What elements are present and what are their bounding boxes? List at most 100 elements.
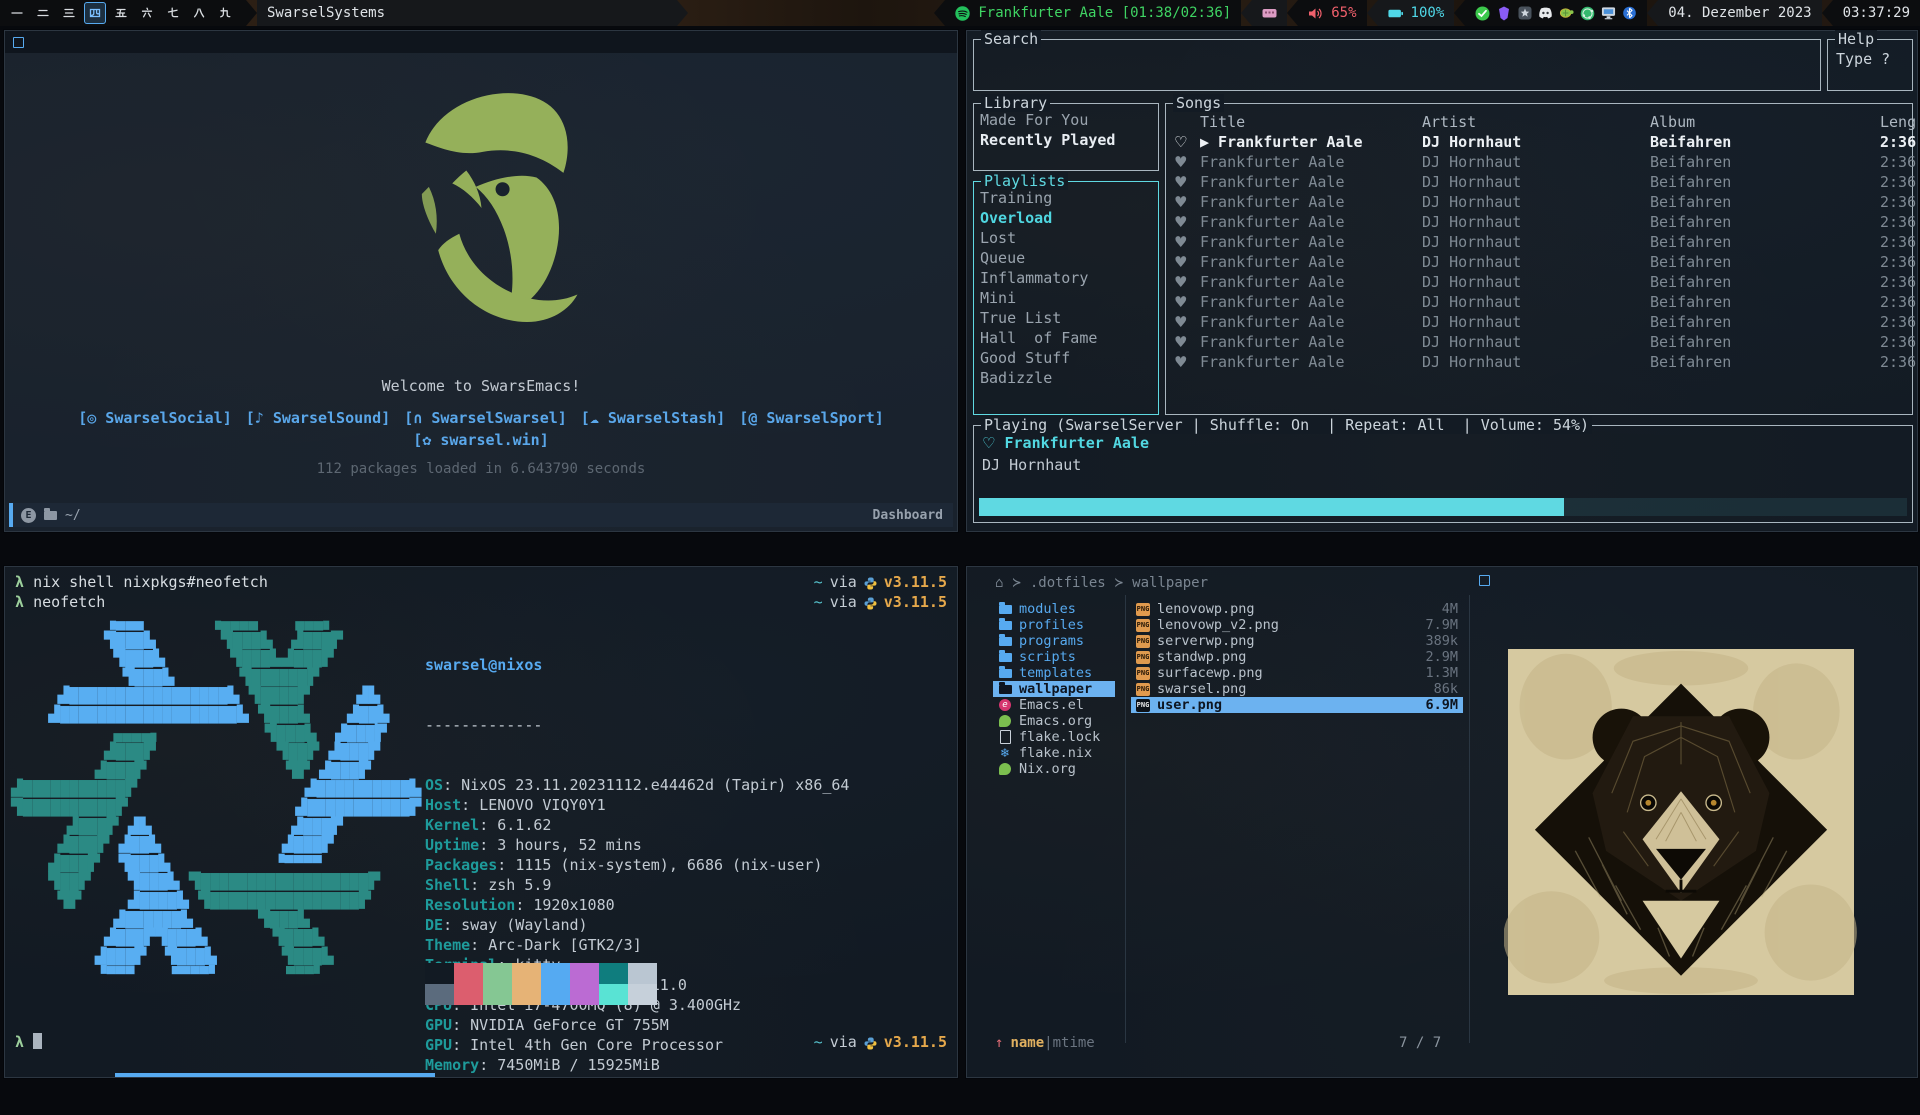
song-row[interactable]: ♥Frankfurter AaleDJ HornhautBeifahren2:3… [1166, 232, 1912, 252]
emacs-file-icon: e [999, 699, 1011, 711]
song-row[interactable]: ♥Frankfurter AaleDJ HornhautBeifahren2:3… [1166, 192, 1912, 212]
shell-prompt[interactable]: λ [15, 1033, 42, 1051]
workspace-七[interactable] [162, 2, 184, 24]
monitor-icon[interactable] [1601, 6, 1616, 21]
spotify-module[interactable]: Frankfurter Aale [01:38/02:36] [945, 0, 1241, 26]
playlist-item[interactable]: Lost [980, 228, 1158, 248]
dashboard-button-3[interactable]: [☁ SwarselStash] [581, 409, 726, 427]
progress-bar[interactable] [979, 498, 1907, 516]
dir-item-modules[interactable]: modules [993, 601, 1115, 617]
dir-item-flake.nix[interactable]: ❄flake.nix [993, 745, 1115, 761]
playing-artist: DJ Hornhaut [982, 456, 1081, 474]
dir-item-scripts[interactable]: scripts [993, 649, 1115, 665]
workspace-八[interactable] [188, 2, 210, 24]
playlist-item[interactable]: Good Stuff [980, 348, 1158, 368]
file-item-swarsel.png[interactable]: PNGswarsel.png86k [1131, 681, 1463, 697]
playlist-item[interactable]: True List [980, 308, 1158, 328]
shield-icon[interactable] [1496, 6, 1511, 21]
dashboard-button-2[interactable]: [∩ SwarselSwarsel] [404, 409, 567, 427]
song-row[interactable]: ♥Frankfurter AaleDJ HornhautBeifahren2:3… [1166, 352, 1912, 372]
separator-arrow [934, 0, 945, 26]
workspace-三[interactable] [58, 2, 80, 24]
playlists-panel: Playlists TrainingOverloadLostQueueInfla… [973, 181, 1159, 415]
python-icon [864, 1036, 877, 1049]
playlist-item[interactable]: Training [980, 188, 1158, 208]
song-length: 2:36 [1880, 312, 1916, 332]
playlist-item[interactable]: Badizzle [980, 368, 1158, 388]
dashboard-button-4[interactable]: [@ SwarselSport] [739, 409, 884, 427]
parent-dir-pane: modulesprofilesprogramsscriptstemplatesw… [993, 601, 1115, 777]
bluetooth-icon[interactable] [1622, 6, 1637, 21]
file-item-surfacewp.png[interactable]: PNGsurfacewp.png1.3M [1131, 665, 1463, 681]
playlist-item[interactable]: Overload [980, 208, 1158, 228]
dir-item-Emacs.el[interactable]: eEmacs.el [993, 697, 1115, 713]
breadcrumb-dotfiles[interactable]: .dotfiles [1030, 575, 1106, 591]
swarsel-win-button[interactable]: [✿ swarsel.win] [5, 431, 957, 449]
song-length: 2:36 [1880, 292, 1916, 312]
dir-item-Emacs.org[interactable]: Emacs.org [993, 713, 1115, 729]
dir-item-templates[interactable]: templates [993, 665, 1115, 681]
separator-arrow [677, 0, 688, 26]
song-row[interactable]: ♥Frankfurter AaleDJ HornhautBeifahren2:3… [1166, 252, 1912, 272]
song-row[interactable]: ♡▶ Frankfurter AaleDJ HornhautBeifahren2… [1166, 132, 1912, 152]
palette-swatch [570, 963, 599, 984]
workspace-一[interactable] [6, 2, 28, 24]
song-row[interactable]: ♥Frankfurter AaleDJ HornhautBeifahren2:3… [1166, 312, 1912, 332]
song-row[interactable]: ♥Frankfurter AaleDJ HornhautBeifahren2:3… [1166, 212, 1912, 232]
discord-icon[interactable] [1538, 6, 1553, 21]
emacs-tab-bar[interactable] [5, 31, 957, 53]
playlist-item[interactable]: Hall of Fame [980, 328, 1158, 348]
workspace-四[interactable] [84, 2, 106, 24]
dir-item-Nix.org[interactable]: Nix.org [993, 761, 1115, 777]
workspace-六[interactable] [136, 2, 158, 24]
load-message: 112 packages loaded in 6.643790 seconds [5, 461, 957, 477]
star-tray-icon[interactable] [1517, 6, 1532, 21]
battery-module[interactable]: 100% [1378, 0, 1455, 26]
dir-item-programs[interactable]: programs [993, 633, 1115, 649]
dir-item-profiles[interactable]: profiles [993, 617, 1115, 633]
sort-status[interactable]: ↑ name | mtime [995, 1035, 1095, 1051]
home-icon[interactable]: ⌂ [995, 575, 1003, 591]
sort-key[interactable]: name [1010, 1035, 1044, 1051]
keyboard-module[interactable] [1252, 0, 1287, 26]
library-item[interactable]: Made For You [980, 110, 1158, 130]
volume-module[interactable]: 65% [1298, 0, 1366, 26]
date-module[interactable]: 04. Dezember 2023 [1658, 0, 1821, 26]
dir-item-wallpaper[interactable]: wallpaper [993, 681, 1115, 697]
file-item-lenovowp_v2.png[interactable]: PNGlenovowp_v2.png7.9M [1131, 617, 1463, 633]
neofetch-field: GPU: NVIDIA GeForce GT 755M [425, 1015, 849, 1035]
check-icon[interactable] [1475, 6, 1490, 21]
dashboard-button-0[interactable]: [◎ SwarselSocial] [78, 409, 232, 427]
terminal-window[interactable]: λ nix shell nixpkgs#neofetch ~viav3.11.5… [4, 566, 958, 1078]
sort-alt-key[interactable]: mtime [1053, 1035, 1095, 1051]
song-row[interactable]: ♥Frankfurter AaleDJ HornhautBeifahren2:3… [1166, 332, 1912, 352]
song-row[interactable]: ♥Frankfurter AaleDJ HornhautBeifahren2:3… [1166, 292, 1912, 312]
separator-arrow [1822, 0, 1833, 26]
song-row[interactable]: ♥Frankfurter AaleDJ HornhautBeifahren2:3… [1166, 272, 1912, 292]
file-item-standwp.png[interactable]: PNGstandwp.png2.9M [1131, 649, 1463, 665]
library-item[interactable]: Recently Played [980, 130, 1158, 150]
playlist-item[interactable]: Queue [980, 248, 1158, 268]
workspace-五[interactable] [110, 2, 132, 24]
palette-swatch [599, 963, 628, 984]
file-item-serverwp.png[interactable]: PNGserverwp.png389k [1131, 633, 1463, 649]
playlist-item[interactable]: Mini [980, 288, 1158, 308]
file-item-user.png[interactable]: PNGuser.png6.9M [1131, 697, 1463, 713]
workspace-九[interactable] [214, 2, 236, 24]
breadcrumb-wallpaper[interactable]: wallpaper [1132, 575, 1208, 591]
playlist-item[interactable]: Inflammatory [980, 268, 1158, 288]
breadcrumb[interactable]: ⌂ ≻ .dotfiles ≻ wallpaper [995, 575, 1208, 591]
file-item-lenovowp.png[interactable]: PNGlenovowp.png4M [1131, 601, 1463, 617]
syncthing-icon[interactable] [1580, 6, 1595, 21]
turtle-icon[interactable] [1559, 6, 1574, 21]
battery-icon [1388, 6, 1403, 21]
dir-item-flake.lock[interactable]: flake.lock [993, 729, 1115, 745]
workspace-二[interactable] [32, 2, 54, 24]
dashboard-button-1[interactable]: [♪ SwarselSound] [246, 409, 391, 427]
clock-module[interactable]: 03:37:29 [1833, 0, 1920, 26]
separator-arrow [1241, 0, 1252, 26]
song-row[interactable]: ♥Frankfurter AaleDJ HornhautBeifahren2:3… [1166, 152, 1912, 172]
song-artist: DJ Hornhaut [1422, 212, 1650, 232]
song-row[interactable]: ♥Frankfurter AaleDJ HornhautBeifahren2:3… [1166, 172, 1912, 192]
search-input[interactable] [982, 46, 1747, 84]
